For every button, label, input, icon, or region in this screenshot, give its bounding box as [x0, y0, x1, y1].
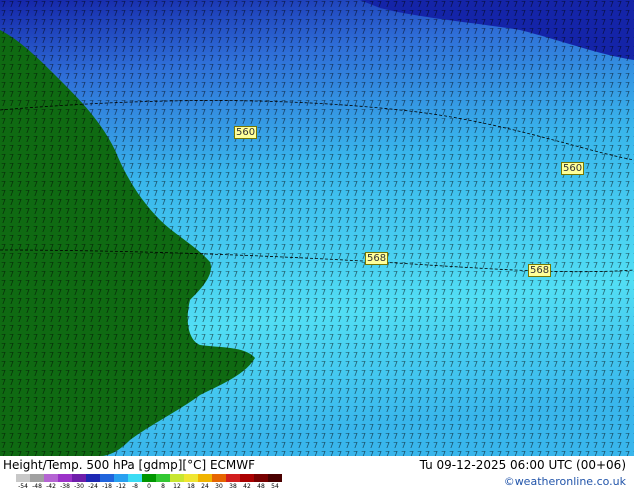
credit-link[interactable]: ©weatheronline.co.uk — [504, 475, 626, 488]
contour-label: 568 — [528, 264, 552, 277]
legend-swatch — [226, 474, 240, 482]
legend-swatch — [114, 474, 128, 482]
legend-swatch — [100, 474, 114, 482]
legend-swatch — [254, 474, 268, 482]
legend-tick-label: 42 — [243, 483, 251, 490]
legend-tick-label: -24 — [88, 483, 98, 490]
legend-swatch — [16, 474, 30, 482]
legend-swatch — [86, 474, 100, 482]
legend-tick-label: 30 — [215, 483, 223, 490]
legend-tick-label: 8 — [161, 483, 165, 490]
legend-tick-label: -12 — [116, 483, 126, 490]
legend-swatch — [198, 474, 212, 482]
legend-swatch — [128, 474, 142, 482]
map-canvas: 7 — [0, 0, 634, 456]
contour-label: 568 — [365, 252, 389, 265]
legend-swatch — [142, 474, 156, 482]
legend-swatch — [170, 474, 184, 482]
contour-label: 560 — [234, 126, 258, 139]
legend-tick-label: -48 — [32, 483, 42, 490]
legend-tick-label: 18 — [187, 483, 195, 490]
legend-tick-label: -54 — [18, 483, 28, 490]
legend-swatch — [156, 474, 170, 482]
weather-map: 7 560 560 568 568 — [0, 0, 634, 456]
legend-swatch — [184, 474, 198, 482]
value-grid-texture — [0, 0, 634, 456]
legend-tick-label: -42 — [46, 483, 56, 490]
contour-label: 560 — [561, 162, 585, 175]
legend-tick-label: 48 — [257, 483, 265, 490]
legend-tick-label: -8 — [132, 483, 138, 490]
map-footer: Height/Temp. 500 hPa [gdmp][°C] ECMWF Tu… — [0, 456, 634, 490]
legend-tick-label: 0 — [147, 483, 151, 490]
legend-swatch — [58, 474, 72, 482]
legend-swatch — [30, 474, 44, 482]
legend-tick-label: 54 — [271, 483, 279, 490]
legend-swatch — [72, 474, 86, 482]
legend-swatch — [268, 474, 282, 482]
legend-swatch — [212, 474, 226, 482]
legend-tick-label: -30 — [74, 483, 84, 490]
legend-tick-label: 38 — [229, 483, 237, 490]
legend-swatch — [240, 474, 254, 482]
color-legend — [16, 474, 282, 482]
legend-tick-label: 12 — [173, 483, 181, 490]
legend-swatch — [44, 474, 58, 482]
map-title: Height/Temp. 500 hPa [gdmp][°C] ECMWF — [3, 458, 256, 472]
legend-tick-label: -18 — [102, 483, 112, 490]
legend-tick-label: -38 — [60, 483, 70, 490]
legend-tick-label: 24 — [201, 483, 209, 490]
valid-time: Tu 09-12-2025 06:00 UTC (00+06) — [419, 458, 626, 472]
